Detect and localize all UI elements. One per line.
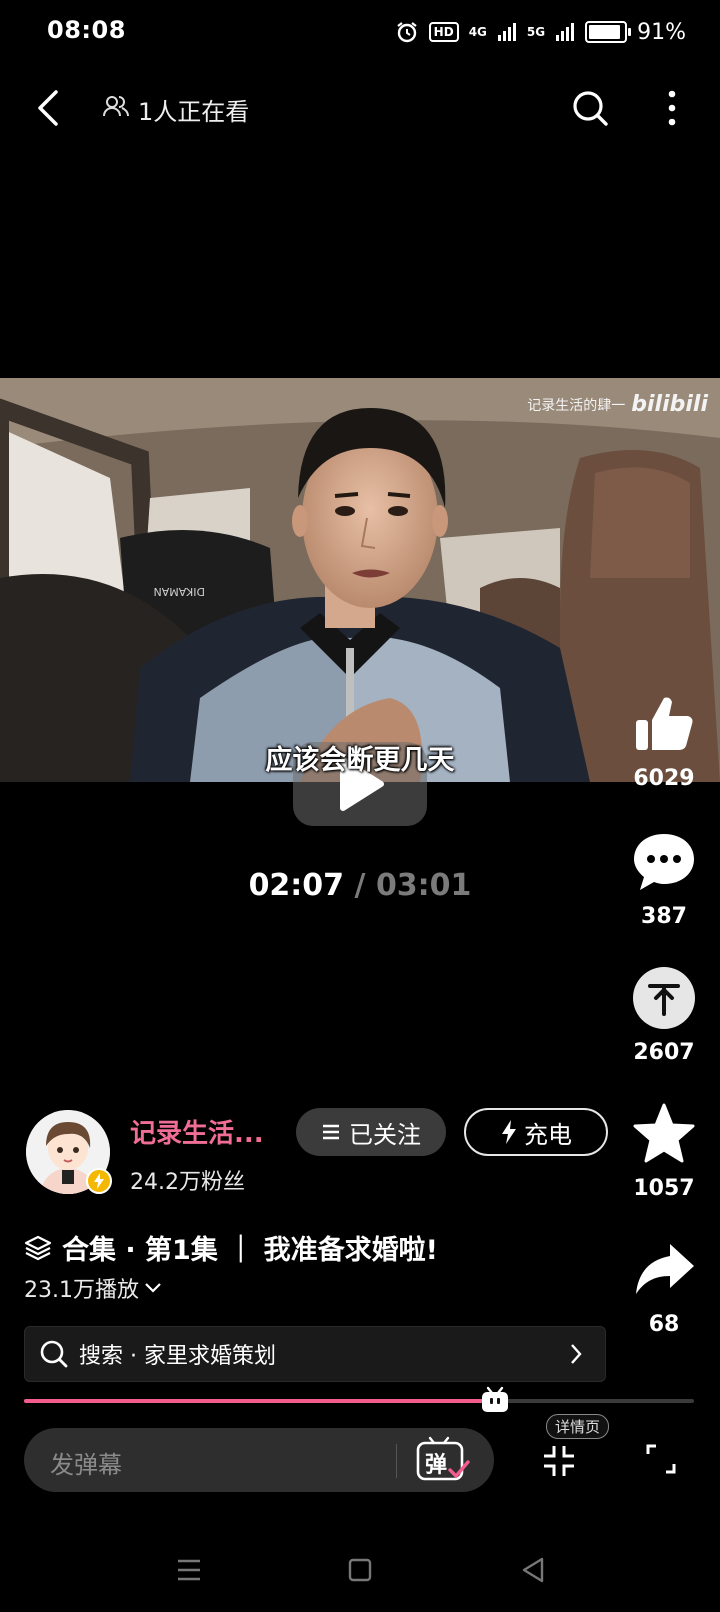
related-search-bar[interactable]: 搜索 · 家里求婚策划 (24, 1326, 606, 1382)
recent-apps-icon[interactable] (176, 1558, 202, 1582)
favorite-button[interactable]: 1057 (624, 1102, 704, 1201)
back-arrow-icon[interactable] (32, 88, 64, 128)
like-count: 6029 (633, 766, 695, 791)
alarm-icon (397, 22, 417, 43)
watermark-text: 记录生活的肆一 (527, 397, 626, 414)
collection-title-text: 合集 · 第1集 ｜ 我准备求婚啦! (62, 1235, 438, 1266)
fans-count: 24.2万粉丝 (130, 1170, 245, 1195)
comment-bubble-icon (634, 834, 694, 890)
detail-page-tag[interactable]: 详情页 (546, 1414, 610, 1439)
charge-label: 充电 (524, 1120, 572, 1149)
time-separator: / (354, 868, 366, 903)
video-frame[interactable]: DIKAMAN (0, 378, 720, 782)
uploader-name[interactable]: 记录生活... (130, 1113, 264, 1150)
coin-count: 2607 (633, 1040, 695, 1065)
status-icons: HD 4G 5G 91% (395, 16, 686, 48)
comment-count: 387 (641, 904, 687, 929)
top-bar: 1人正在看 (0, 80, 720, 136)
danmu-input[interactable]: 发弹幕 弹 (24, 1428, 494, 1492)
collection-title[interactable]: 合集 · 第1集 ｜ 我准备求婚啦! (24, 1228, 438, 1267)
search-icon[interactable] (570, 88, 610, 128)
video-scene: DIKAMAN (0, 378, 720, 782)
play-count-text: 23.1万播放 (24, 1278, 139, 1303)
video-subtitle: 应该会断更几天 (265, 745, 455, 776)
viewers-icon (103, 96, 129, 117)
signal-bars-icon-2 (556, 23, 575, 41)
total-time: 03:01 (375, 868, 472, 903)
star-icon (633, 1103, 695, 1163)
tv-thumb-icon (482, 1386, 508, 1412)
battery-fill (589, 25, 621, 39)
chevron-right-icon (571, 1344, 582, 1364)
status-bar: 08:08 HD 4G 5G 91% (0, 0, 720, 64)
current-time: 02:07 (248, 868, 345, 903)
signal-bars-icon (497, 23, 516, 41)
play-count[interactable]: 23.1万播放 (24, 1272, 163, 1304)
like-button[interactable]: 6029 (624, 692, 704, 791)
minimize-icon[interactable] (540, 1442, 578, 1480)
timecode: 02:07 / 03:01 (0, 868, 720, 903)
search-icon-small (40, 1340, 68, 1368)
battery-percent: 91% (637, 19, 686, 45)
back-triangle-icon[interactable] (520, 1556, 546, 1584)
danmu-toggle[interactable]: 弹 (416, 1436, 472, 1484)
share-arrow-icon (636, 1244, 694, 1294)
headrest-text: DIKAMAN (153, 585, 205, 598)
layers-icon (24, 1235, 52, 1260)
hd-badge: HD (428, 22, 459, 42)
share-count: 68 (648, 1312, 680, 1337)
charge-button[interactable]: 充电 (464, 1108, 608, 1156)
system-nav-bar (0, 1540, 720, 1600)
fullscreen-icon[interactable] (644, 1442, 678, 1476)
progress-thumb[interactable] (480, 1386, 510, 1414)
chevron-down-icon (145, 1283, 161, 1293)
lightning-badge-icon (94, 1173, 104, 1189)
follow-button[interactable]: 已关注 (296, 1108, 446, 1156)
share-button[interactable]: 68 (624, 1238, 704, 1337)
danmu-divider (396, 1444, 397, 1478)
lightning-icon (502, 1120, 516, 1144)
home-icon[interactable] (348, 1558, 372, 1582)
thumbs-up-icon (636, 697, 693, 750)
danmu-toggle-label: 弹 (425, 1453, 448, 1478)
more-menu-icon[interactable] (664, 88, 680, 128)
progress-fill (24, 1399, 495, 1403)
signal-4g-label: 4G (468, 25, 487, 39)
bilibili-logo: bilibili (631, 392, 708, 417)
comment-button[interactable]: 387 (624, 830, 704, 929)
menu-lines-icon (323, 1124, 339, 1140)
danmu-placeholder: 发弹幕 (50, 1451, 122, 1479)
battery-icon (585, 21, 632, 43)
coin-icon (633, 967, 695, 1029)
follow-label: 已关注 (349, 1120, 421, 1149)
signal-5g-label: 5G (526, 25, 546, 39)
watching-count: 1人正在看 (138, 98, 250, 126)
verified-badge (86, 1168, 112, 1194)
coin-button[interactable]: 2607 (624, 966, 704, 1065)
watermark: 记录生活的肆一 bilibili (527, 392, 708, 417)
status-time: 08:08 (47, 16, 126, 44)
favorite-count: 1057 (633, 1176, 695, 1201)
related-search-text: 搜索 · 家里求婚策划 (79, 1344, 276, 1369)
